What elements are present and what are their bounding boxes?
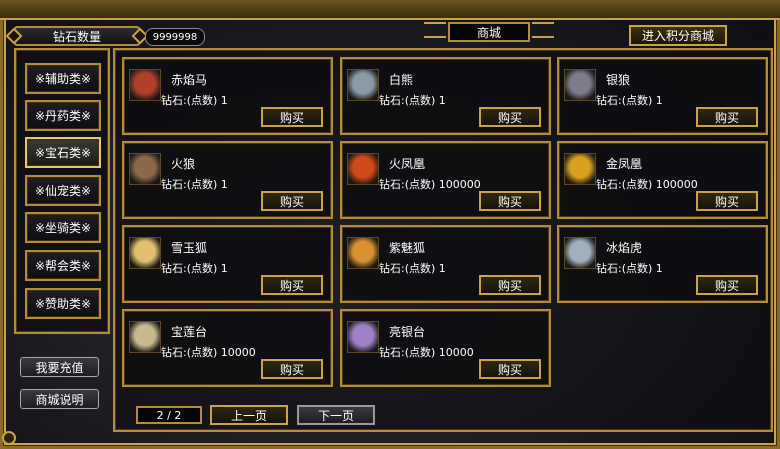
item-card: 赤焰马钻石:(点数) 1 购买	[122, 57, 333, 135]
item-name: 火狼	[171, 157, 196, 171]
buy-button[interactable]: 购买	[696, 191, 758, 211]
category-sidebar: ※辅助类※ ※丹药类※ ※宝石类※ ※仙宠类※ ※坐骑类※ ※帮会类※ ※赞助类…	[14, 48, 110, 334]
buy-button[interactable]: 购买	[479, 359, 541, 379]
silver-platform-icon	[347, 321, 379, 353]
category-assist[interactable]: ※辅助类※	[25, 63, 101, 94]
category-pets[interactable]: ※仙宠类※	[25, 175, 101, 206]
item-card: 火狼钻石:(点数) 1 购买	[122, 141, 333, 219]
item-price: 钻石:(点数) 1	[379, 262, 446, 275]
silver-wolf-icon	[564, 69, 596, 101]
buy-button[interactable]: 购买	[479, 191, 541, 211]
buy-button[interactable]: 购买	[696, 275, 758, 295]
item-name: 银狼	[606, 73, 631, 87]
category-gems[interactable]: ※宝石类※	[25, 137, 101, 168]
item-name: 冰焰虎	[606, 241, 643, 255]
category-sponsor[interactable]: ※赞助类※	[25, 288, 101, 319]
page-indicator: 2 / 2	[136, 406, 202, 424]
item-price: 钻石:(点数) 1	[596, 262, 663, 275]
item-price: 钻石:(点数) 10000	[161, 346, 256, 359]
buy-button[interactable]: 购买	[479, 275, 541, 295]
category-mounts[interactable]: ※坐骑类※	[25, 212, 101, 243]
white-bear-icon	[347, 69, 379, 101]
fire-phoenix-icon	[347, 153, 379, 185]
item-card: 紫魅狐钻石:(点数) 1 购买	[340, 225, 551, 303]
ice-tiger-icon	[564, 237, 596, 269]
gold-phoenix-icon	[564, 153, 596, 185]
item-name: 宝莲台	[171, 325, 208, 339]
red-flame-horse-icon	[129, 69, 161, 101]
item-price: 钻石:(点数) 100000	[596, 178, 698, 191]
diamond-label: 钻石数量	[52, 29, 101, 44]
shop-title-ornament	[532, 22, 554, 38]
category-pills[interactable]: ※丹药类※	[25, 100, 101, 131]
item-name: 亮银台	[389, 325, 426, 339]
item-name: 紫魅狐	[389, 241, 426, 255]
item-card: 火凤凰钻石:(点数) 100000 购买	[340, 141, 551, 219]
item-card: 白熊钻石:(点数) 1 购买	[340, 57, 551, 135]
item-name: 赤焰马	[171, 73, 208, 87]
item-card: 宝莲台钻石:(点数) 10000 购买	[122, 309, 333, 387]
item-price: 钻石:(点数) 1	[161, 178, 228, 191]
buy-button[interactable]: 购买	[696, 107, 758, 127]
item-price: 钻石:(点数) 10000	[379, 346, 474, 359]
item-price: 钻石:(点数) 1	[161, 94, 228, 107]
item-price: 钻石:(点数) 100000	[379, 178, 481, 191]
item-card: 银狼钻石:(点数) 1 购买	[557, 57, 768, 135]
next-page-button[interactable]: 下一页	[297, 405, 375, 425]
top-border	[0, 0, 780, 20]
shop-help-button[interactable]: 商城说明	[20, 389, 99, 409]
points-shop-button[interactable]: 进入积分商城	[629, 25, 727, 46]
shop-title-ornament	[424, 22, 446, 38]
diamond-count: 9999998	[145, 28, 205, 46]
lotus-platform-icon	[129, 321, 161, 353]
item-price: 钻石:(点数) 1	[379, 94, 446, 107]
item-price: 钻石:(点数) 1	[161, 262, 228, 275]
diamond-label-plate: 钻石数量	[5, 26, 149, 46]
item-card: 亮银台钻石:(点数) 10000 购买	[340, 309, 551, 387]
buy-button[interactable]: 购买	[261, 359, 323, 379]
shop-title: 商城	[448, 22, 530, 42]
buy-button[interactable]: 购买	[261, 107, 323, 127]
buy-button[interactable]: 购买	[261, 191, 323, 211]
item-name: 白熊	[389, 73, 414, 87]
prev-page-button[interactable]: 上一页	[210, 405, 288, 425]
item-card: 金凤凰钻石:(点数) 100000 购买	[557, 141, 768, 219]
fire-wolf-icon	[129, 153, 161, 185]
item-card: 冰焰虎钻石:(点数) 1 购买	[557, 225, 768, 303]
recharge-button[interactable]: 我要充值	[20, 357, 99, 377]
snow-fox-icon	[129, 237, 161, 269]
item-card: 雪玉狐钻石:(点数) 1 购买	[122, 225, 333, 303]
item-name: 火凤凰	[389, 157, 426, 171]
item-name: 金凤凰	[606, 157, 643, 171]
buy-button[interactable]: 购买	[261, 275, 323, 295]
item-name: 雪玉狐	[171, 241, 208, 255]
category-guild[interactable]: ※帮会类※	[25, 250, 101, 281]
buy-button[interactable]: 购买	[479, 107, 541, 127]
corner-ornament	[2, 431, 16, 445]
item-price: 钻石:(点数) 1	[596, 94, 663, 107]
purple-fox-icon	[347, 237, 379, 269]
